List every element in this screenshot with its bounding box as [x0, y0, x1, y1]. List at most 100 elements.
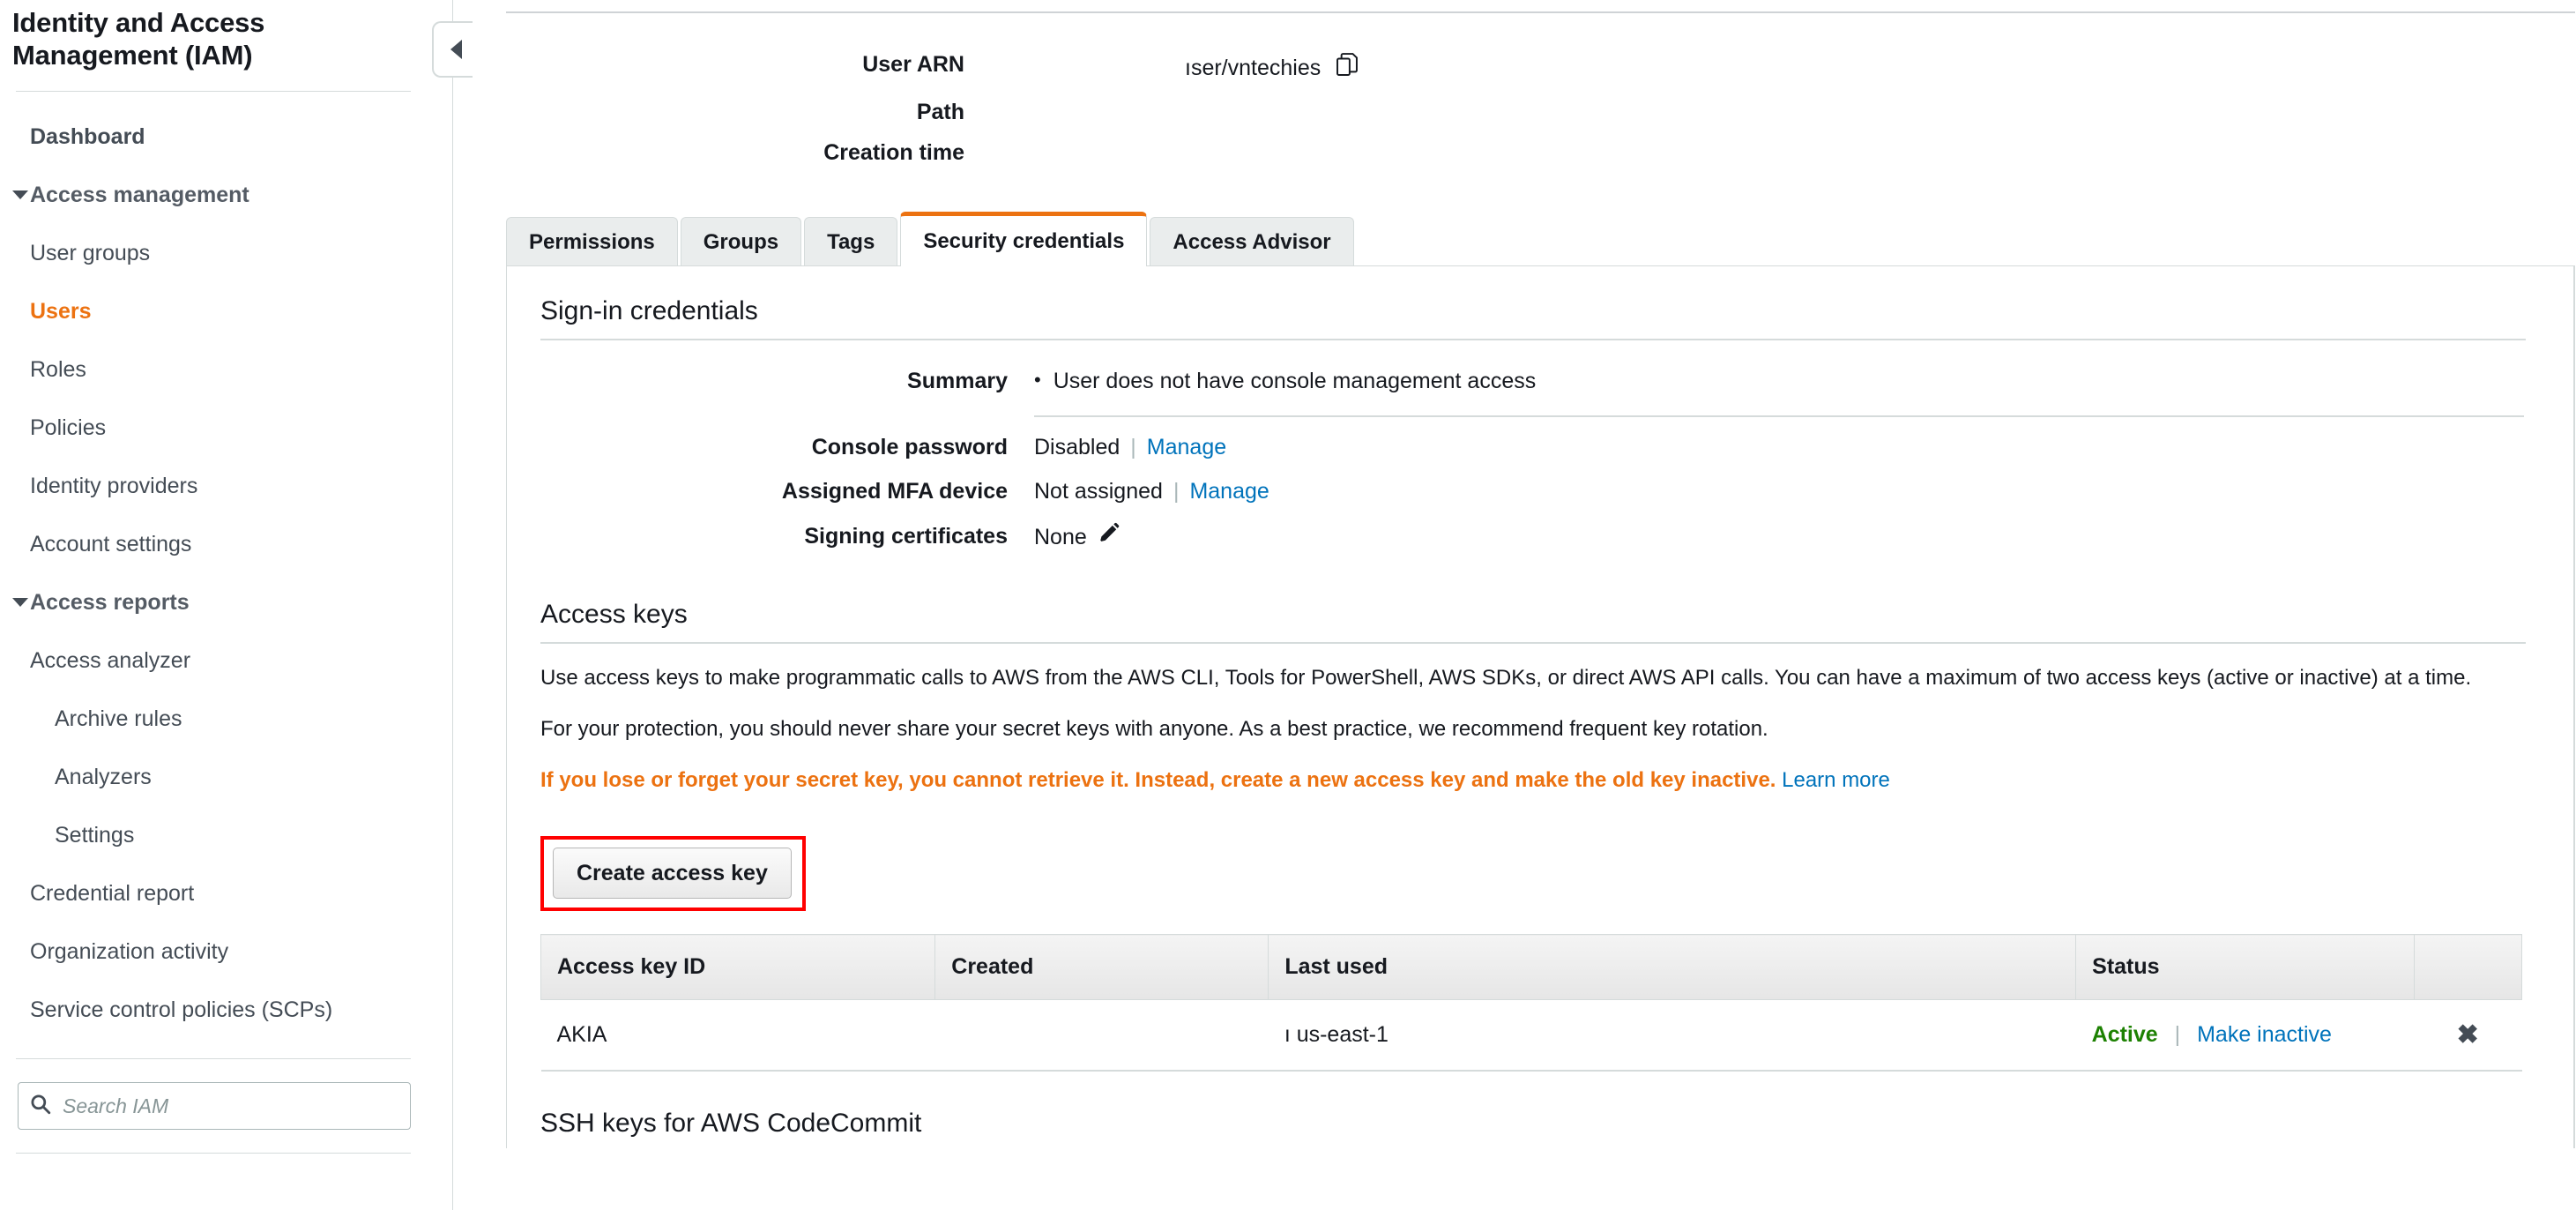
- tab-label: Access Advisor: [1173, 230, 1330, 255]
- sidebar-title: Identity and Access Management (IAM): [0, 0, 453, 71]
- sidebar-item-access-analyzer[interactable]: Access analyzer: [0, 631, 453, 690]
- sidebar-item-label: User groups: [30, 243, 150, 265]
- label-mfa-device: Assigned MFA device: [540, 477, 1034, 506]
- sidebar-item-label: Credential report: [30, 883, 194, 905]
- create-access-key-button[interactable]: Create access key: [553, 848, 792, 899]
- access-keys-heading: Access keys: [540, 568, 2526, 630]
- pencil-icon[interactable]: [1098, 522, 1120, 553]
- sidebar-item-label: Organization activity: [30, 941, 228, 963]
- sidebar-item-service-control-policies-scps[interactable]: Service control policies (SCPs): [0, 981, 453, 1039]
- sidebar-item-dashboard[interactable]: Dashboard: [0, 108, 453, 166]
- table-header-row: Access key ID Created Last used Status: [541, 935, 2522, 1000]
- tab-groups[interactable]: Groups: [681, 217, 801, 266]
- chevron-down-icon: [12, 598, 28, 607]
- detail-label-creation-time: Creation time: [506, 140, 964, 166]
- summary-text: User does not have console management ac…: [1053, 367, 1537, 396]
- search-input[interactable]: [61, 1094, 399, 1119]
- access-keys-paragraph-1: Use access keys to make programmatic cal…: [540, 663, 2524, 693]
- detail-row-user-arn: User ARN ıser/vntechies: [506, 52, 2576, 85]
- column-last-used[interactable]: Last used: [1269, 935, 2076, 1000]
- column-actions: [2414, 935, 2522, 1000]
- cell-last-used: ı us-east-1: [1269, 1000, 2076, 1071]
- table-row: AKIA ı us-east-1 Active | Make inactive …: [541, 1000, 2522, 1071]
- sidebar-item-label: Archive rules: [55, 708, 182, 730]
- detail-label-path: Path: [506, 100, 964, 125]
- value-mfa-device: Not assigned | Manage: [1034, 477, 1269, 506]
- sidebar-item-label: Dashboard: [30, 126, 145, 148]
- access-keys-warning-text: If you lose or forget your secret key, y…: [540, 768, 1776, 792]
- detail-row-creation-time: Creation time: [506, 140, 2576, 166]
- sidebar-item-label: Access analyzer: [30, 650, 190, 672]
- sidebar-divider-bottom: [16, 1153, 411, 1154]
- separator: |: [2175, 1022, 2181, 1047]
- cell-delete: ✖: [2414, 1000, 2522, 1071]
- content-top-divider: [506, 11, 2575, 13]
- iam-console-page: Identity and Access Management (IAM) Das…: [0, 0, 2576, 1210]
- column-created[interactable]: Created: [935, 935, 1269, 1000]
- label-signing-certificates: Signing certificates: [540, 522, 1034, 551]
- sidebar-item-label: Policies: [30, 417, 106, 439]
- sidebar-item-label: Service control policies (SCPs): [30, 999, 332, 1021]
- cell-created: [935, 1000, 1269, 1071]
- manage-console-password-link[interactable]: Manage: [1147, 433, 1226, 462]
- sidebar-item-identity-providers[interactable]: Identity providers: [0, 457, 453, 515]
- sidebar-item-analyzers[interactable]: Analyzers: [0, 748, 453, 806]
- tab-label: Groups: [704, 230, 778, 255]
- console-password-status: Disabled: [1034, 433, 1120, 462]
- manage-mfa-device-link[interactable]: Manage: [1189, 477, 1269, 506]
- sidebar-item-account-settings[interactable]: Account settings: [0, 515, 453, 573]
- sidebar: Identity and Access Management (IAM) Das…: [0, 0, 453, 1210]
- cell-status: Active | Make inactive: [2076, 1000, 2414, 1071]
- sidebar-item-users[interactable]: Users: [0, 282, 453, 340]
- access-keys-table-head: Access key ID Created Last used Status: [541, 935, 2522, 1000]
- value-signing-certificates: None: [1034, 522, 1120, 553]
- chevron-down-icon: [12, 190, 28, 199]
- column-access-key-id[interactable]: Access key ID: [541, 935, 935, 1000]
- create-access-key-highlight: Create access key: [540, 836, 806, 911]
- sidebar-item-access-management[interactable]: Access management: [0, 166, 453, 224]
- security-credentials-panel: Sign-in credentials Summary • User does …: [506, 266, 2575, 1148]
- tab-tags[interactable]: Tags: [804, 217, 897, 266]
- sidebar-item-access-reports[interactable]: Access reports: [0, 573, 453, 631]
- search-box[interactable]: [18, 1082, 411, 1130]
- sidebar-item-user-groups[interactable]: User groups: [0, 224, 453, 282]
- sidebar-search-wrap: [0, 1059, 453, 1130]
- sidebar-item-label: Users: [30, 301, 92, 323]
- tab-label: Tags: [827, 230, 875, 255]
- tab-access-advisor[interactable]: Access Advisor: [1150, 217, 1353, 266]
- separator: |: [1173, 477, 1180, 506]
- close-icon[interactable]: ✖: [2430, 1020, 2506, 1050]
- sidebar-item-roles[interactable]: Roles: [0, 340, 453, 399]
- access-keys-paragraph-2: For your protection, you should never sh…: [540, 714, 2524, 744]
- ssh-keys-heading: SSH keys for AWS CodeCommit: [540, 1072, 2526, 1139]
- sidebar-collapse-toggle[interactable]: [432, 21, 473, 78]
- sidebar-item-label: Roles: [30, 359, 86, 381]
- tab-security-credentials[interactable]: Security credentials: [900, 212, 1147, 266]
- row-mfa-device: Assigned MFA device Not assigned | Manag…: [540, 477, 2526, 506]
- learn-more-link[interactable]: Learn more: [1782, 768, 1890, 792]
- detail-value-user-arn: ıser/vntechies: [1185, 52, 1359, 85]
- tab-permissions[interactable]: Permissions: [506, 217, 678, 266]
- sidebar-item-label: Settings: [55, 825, 134, 847]
- make-inactive-link[interactable]: Make inactive: [2197, 1022, 2332, 1047]
- label-summary: Summary: [540, 367, 1034, 396]
- sidebar-item-organization-activity[interactable]: Organization activity: [0, 922, 453, 981]
- sidebar-item-settings[interactable]: Settings: [0, 806, 453, 864]
- sidebar-item-label: Access reports: [30, 592, 190, 614]
- row-summary: Summary • User does not have console man…: [540, 367, 2526, 417]
- value-console-password: Disabled | Manage: [1034, 433, 1226, 462]
- sidebar-item-policies[interactable]: Policies: [0, 399, 453, 457]
- sidebar-item-archive-rules[interactable]: Archive rules: [0, 690, 453, 748]
- sidebar-nav: Dashboard Access management User groups Use…: [0, 92, 453, 1039]
- search-icon: [29, 1093, 52, 1120]
- detail-label-user-arn: User ARN: [506, 52, 964, 78]
- sidebar-item-label: Analyzers: [55, 766, 152, 788]
- main-content: User ARN ıser/vntechies Path Creation t: [453, 0, 2576, 1210]
- detail-row-path: Path: [506, 100, 2576, 125]
- mfa-device-status: Not assigned: [1034, 477, 1163, 506]
- sidebar-item-credential-report[interactable]: Credential report: [0, 864, 453, 922]
- access-keys-table-body: AKIA ı us-east-1 Active | Make inactive …: [541, 1000, 2522, 1071]
- copy-icon[interactable]: [1335, 52, 1359, 85]
- value-summary: • User does not have console management …: [1034, 367, 2526, 417]
- column-status[interactable]: Status: [2076, 935, 2414, 1000]
